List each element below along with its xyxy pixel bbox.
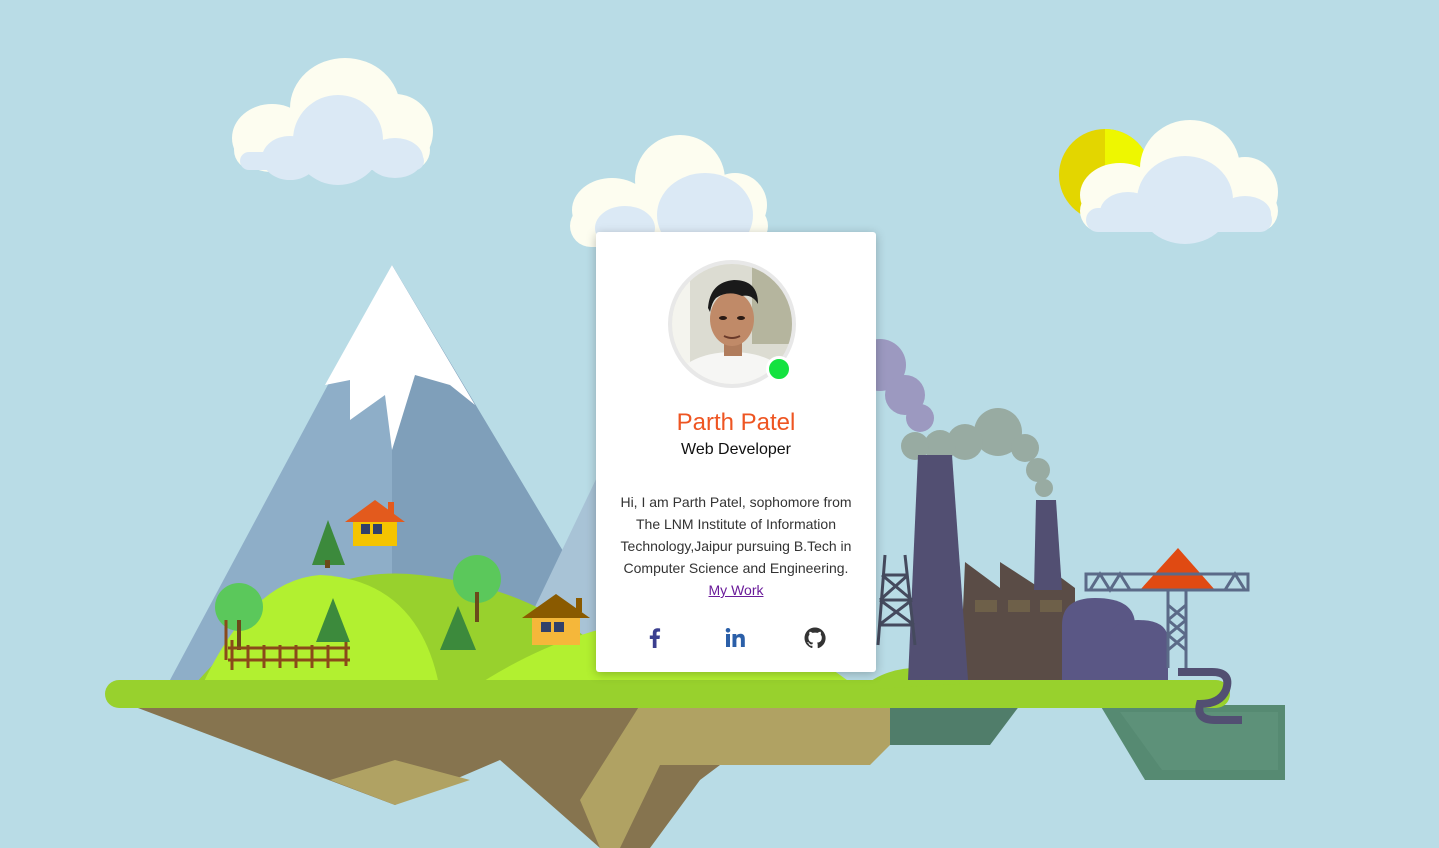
github-link[interactable]: [801, 624, 829, 652]
online-status-indicator: [766, 356, 792, 382]
social-links: [596, 624, 876, 652]
cloud-left: [232, 58, 433, 185]
my-work-link[interactable]: My Work: [709, 582, 764, 598]
my-work-container: My Work: [596, 579, 876, 601]
avatar-container: [668, 260, 804, 388]
linkedin-link[interactable]: [721, 624, 749, 652]
profile-name: Parth Patel: [676, 409, 796, 436]
profile-card: Parth Patel Web Developer Hi, I am Parth…: [596, 232, 876, 672]
profile-bio: Hi, I am Parth Patel, sophomore from The…: [620, 494, 852, 576]
smoke: [854, 339, 1053, 497]
profile-role: Web Developer: [681, 441, 791, 458]
github-icon: [804, 627, 826, 649]
island-underside: [130, 705, 1285, 848]
lattice-tower: [876, 554, 917, 646]
factory: [854, 339, 1242, 724]
linkedin-icon: [725, 628, 745, 647]
facebook-link[interactable]: [641, 624, 669, 652]
facebook-icon: [649, 628, 661, 648]
